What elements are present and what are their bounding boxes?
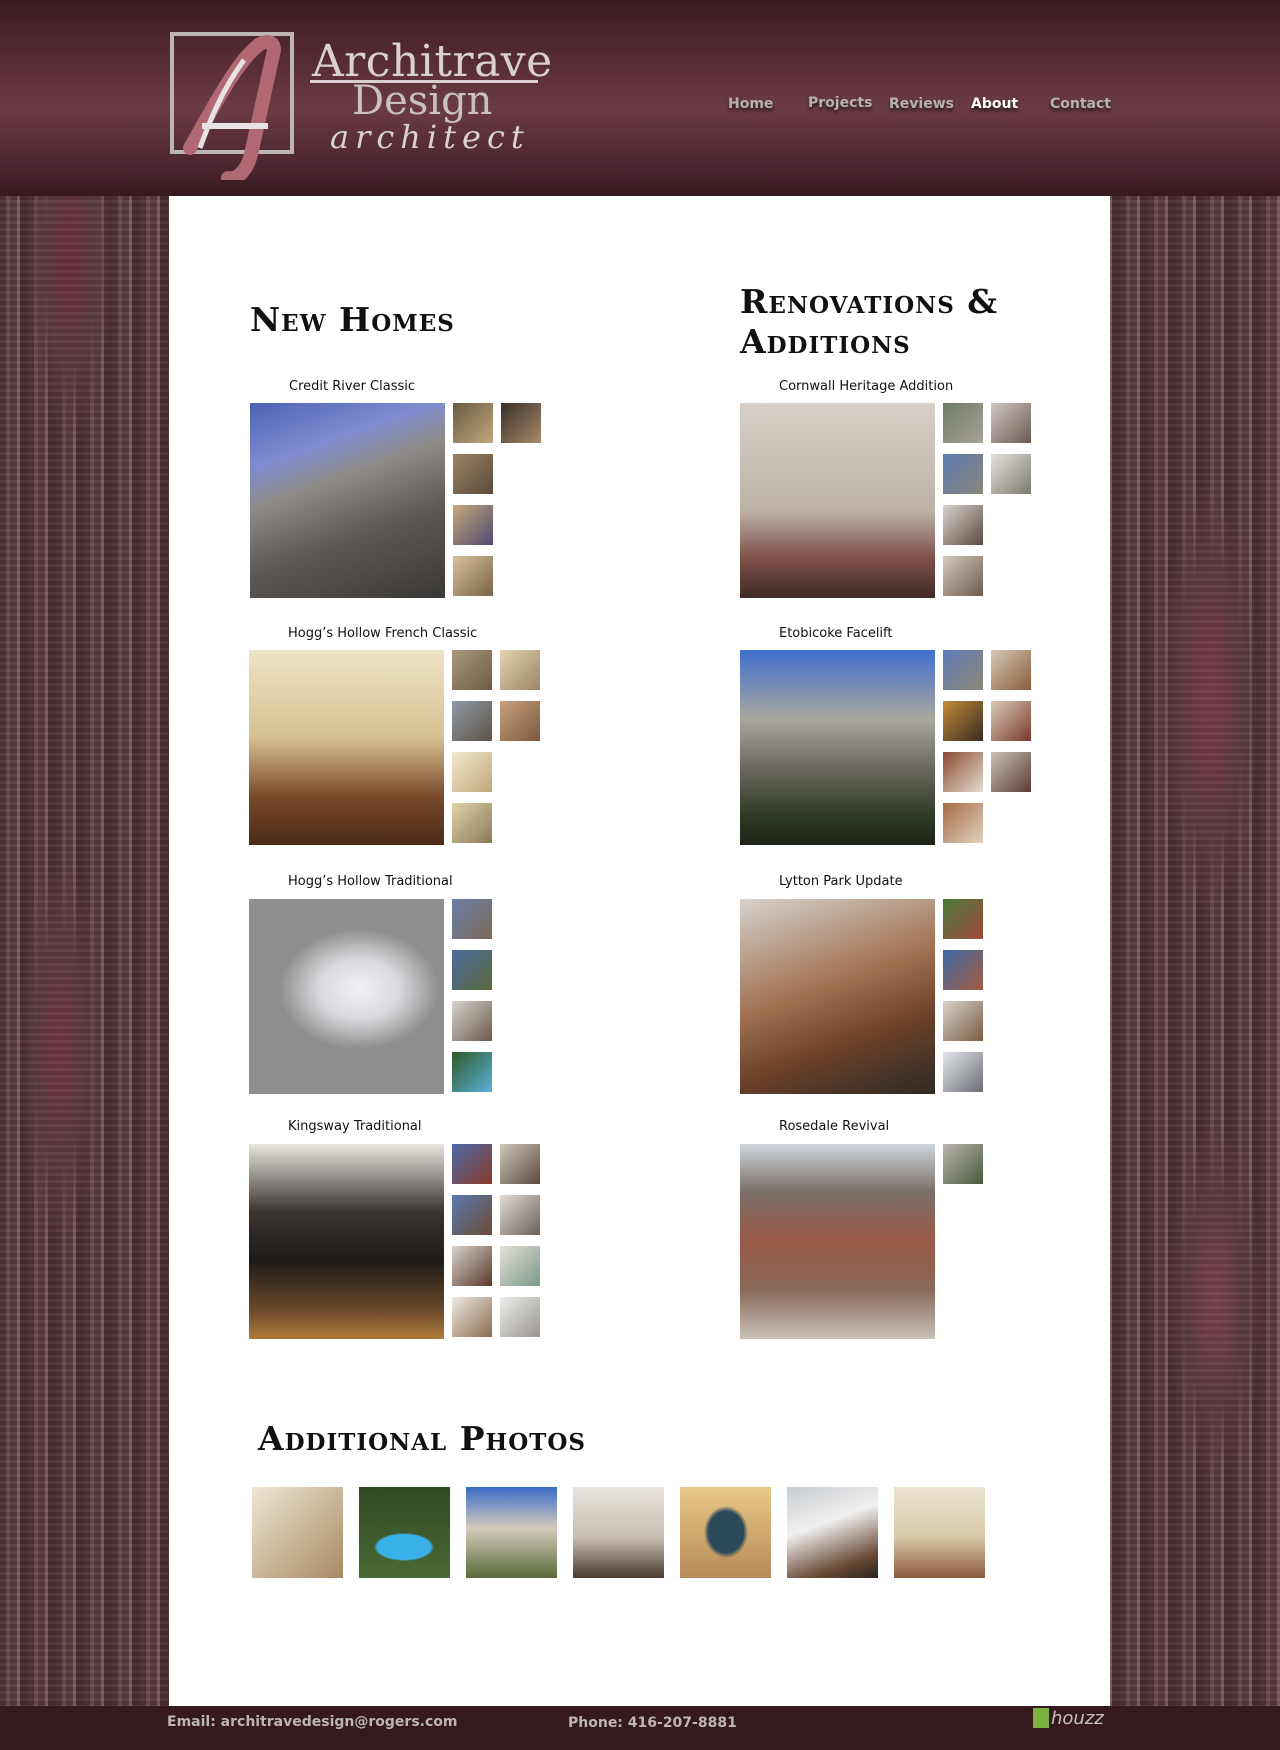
- houzz-icon: [1033, 1708, 1049, 1728]
- project-thumbnail[interactable]: [452, 899, 492, 939]
- project-thumbnail[interactable]: [943, 899, 983, 939]
- project-thumbnail[interactable]: [453, 454, 493, 494]
- project-thumbnail[interactable]: [452, 701, 492, 741]
- additional-photo[interactable]: [894, 1487, 985, 1578]
- project-main-photo[interactable]: [249, 899, 444, 1094]
- project-thumbnail[interactable]: [991, 752, 1031, 792]
- section-title-new-homes: New Homes: [250, 300, 455, 339]
- project-title-hoggs-traditional[interactable]: Hogg’s Hollow Traditional: [288, 874, 453, 889]
- project-thumbnail[interactable]: [991, 701, 1031, 741]
- additional-photo[interactable]: [573, 1487, 664, 1578]
- project-thumbnail[interactable]: [943, 403, 983, 443]
- additional-photo[interactable]: [787, 1487, 878, 1578]
- project-main-photo[interactable]: [249, 650, 444, 845]
- project-thumbnail[interactable]: [991, 403, 1031, 443]
- project-thumbnail[interactable]: [452, 1297, 492, 1337]
- additional-photo[interactable]: [359, 1487, 450, 1578]
- project-title-lytton[interactable]: Lytton Park Update: [779, 874, 903, 889]
- project-title-hoggs-french[interactable]: Hogg’s Hollow French Classic: [288, 626, 477, 641]
- project-thumbnail[interactable]: [943, 454, 983, 494]
- project-thumbnail[interactable]: [500, 1246, 540, 1286]
- project-thumbnail[interactable]: [452, 1144, 492, 1184]
- project-thumbnail[interactable]: [452, 752, 492, 792]
- project-title-credit-river[interactable]: Credit River Classic: [289, 379, 415, 394]
- project-title-kingsway[interactable]: Kingsway Traditional: [288, 1119, 422, 1134]
- additional-photo[interactable]: [252, 1487, 343, 1578]
- project-thumbnail[interactable]: [943, 701, 983, 741]
- nav-home[interactable]: Home: [728, 96, 773, 112]
- project-thumbnail[interactable]: [943, 505, 983, 545]
- project-thumbnail[interactable]: [452, 1195, 492, 1235]
- project-thumbnail[interactable]: [452, 650, 492, 690]
- project-thumbnail[interactable]: [500, 701, 540, 741]
- project-thumbnail[interactable]: [452, 1001, 492, 1041]
- project-thumbnail[interactable]: [943, 1144, 983, 1184]
- brand-tagline: architect: [330, 118, 530, 156]
- project-thumbnail[interactable]: [453, 556, 493, 596]
- project-thumbnail[interactable]: [943, 752, 983, 792]
- project-title-etobicoke[interactable]: Etobicoke Facelift: [779, 626, 893, 641]
- additional-photo[interactable]: [466, 1487, 557, 1578]
- project-thumbnail[interactable]: [500, 650, 540, 690]
- project-main-photo[interactable]: [740, 650, 935, 845]
- project-main-photo[interactable]: [740, 403, 935, 598]
- project-title-rosedale[interactable]: Rosedale Revival: [779, 1119, 889, 1134]
- project-thumbnail[interactable]: [991, 454, 1031, 494]
- project-thumbnail[interactable]: [943, 1001, 983, 1041]
- project-thumbnail[interactable]: [943, 950, 983, 990]
- project-thumbnail[interactable]: [452, 950, 492, 990]
- project-thumbnail[interactable]: [453, 403, 493, 443]
- project-thumbnail[interactable]: [500, 1297, 540, 1337]
- project-thumbnail[interactable]: [943, 556, 983, 596]
- project-thumbnail[interactable]: [452, 1246, 492, 1286]
- nav-reviews[interactable]: Reviews: [889, 96, 954, 112]
- project-thumbnail[interactable]: [452, 803, 492, 843]
- houzz-link[interactable]: houzz: [1033, 1708, 1104, 1729]
- project-thumbnail[interactable]: [501, 403, 541, 443]
- footer-phone: Phone: 416-207-8881: [568, 1715, 737, 1731]
- project-thumbnail[interactable]: [943, 803, 983, 843]
- section-title-additional: Additional Photos: [258, 1419, 587, 1458]
- nav-contact[interactable]: Contact: [1050, 96, 1111, 112]
- nav-about[interactable]: About: [971, 96, 1018, 112]
- section-title-renovations: Renovations & Additions: [740, 282, 999, 361]
- footer-email[interactable]: Email: architravedesign@rogers.com: [167, 1714, 458, 1730]
- project-main-photo[interactable]: [250, 403, 445, 598]
- project-main-photo[interactable]: [249, 1144, 444, 1339]
- logo-monogram-icon[interactable]: [182, 30, 292, 180]
- project-main-photo[interactable]: [740, 1144, 935, 1339]
- project-thumbnail[interactable]: [943, 650, 983, 690]
- project-thumbnail[interactable]: [500, 1144, 540, 1184]
- nav-projects[interactable]: Projects: [808, 95, 872, 111]
- houzz-label: houzz: [1051, 1708, 1104, 1729]
- project-thumbnail[interactable]: [991, 650, 1031, 690]
- project-thumbnail[interactable]: [943, 1052, 983, 1092]
- project-title-cornwall[interactable]: Cornwall Heritage Addition: [779, 379, 953, 394]
- project-main-photo[interactable]: [740, 899, 935, 1094]
- additional-photo[interactable]: [680, 1487, 771, 1578]
- project-thumbnail[interactable]: [452, 1052, 492, 1092]
- project-thumbnail[interactable]: [500, 1195, 540, 1235]
- project-thumbnail[interactable]: [453, 505, 493, 545]
